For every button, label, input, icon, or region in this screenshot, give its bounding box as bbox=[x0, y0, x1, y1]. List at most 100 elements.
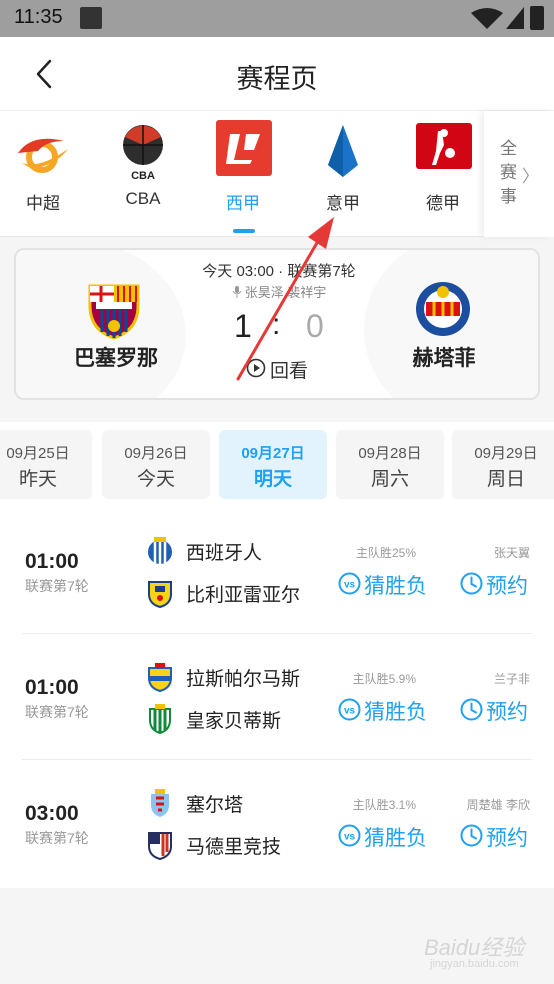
svg-text:vs: vs bbox=[344, 580, 356, 591]
home-team-name: 巴塞罗那 bbox=[74, 347, 158, 370]
cba-logo-icon: CBA bbox=[123, 125, 163, 181]
match-round: 联赛第7轮 bbox=[25, 830, 89, 846]
date-tab[interactable]: 09月26日 今天 bbox=[102, 430, 210, 499]
las-palmas-crest-icon bbox=[148, 663, 172, 692]
home-team-name: 塞尔塔 bbox=[186, 795, 244, 816]
weekday-label: 明天 bbox=[253, 469, 292, 490]
notification-icon bbox=[80, 7, 102, 29]
date-label: 09月25日 bbox=[6, 445, 70, 462]
match-row[interactable]: 01:00 联赛第7轮 拉斯帕尔马斯 皇家贝蒂斯 主队胜5.9% vs 猜胜负 … bbox=[0, 634, 554, 760]
league-tab-serie-a[interactable]: 意甲 bbox=[293, 111, 393, 237]
match-list: 01:00 联赛第7轮 西班牙人 比利亚雷亚尔 主队胜25% vs 猜胜负 张天… bbox=[0, 508, 554, 888]
clock-icon bbox=[460, 824, 483, 847]
away-team-name: 马德里竞技 bbox=[186, 837, 282, 858]
baidu-watermark: Baidu经验 jingyan.baidu.com bbox=[424, 922, 534, 974]
battery-icon bbox=[530, 6, 544, 30]
title-bar: 赛程页 bbox=[0, 37, 554, 111]
guess-result-label: 猜胜负 bbox=[364, 701, 427, 724]
away-score: 0 bbox=[306, 308, 324, 344]
away-team-name: 赫塔菲 bbox=[412, 347, 476, 370]
date-tab[interactable]: 09月28日 周六 bbox=[336, 430, 444, 499]
date-label: 09月28日 bbox=[358, 445, 422, 462]
league-tabs: 中超 CBA CBA 西甲 意甲 德甲 全 赛 事 〉 bbox=[0, 111, 554, 237]
espanyol-crest-icon bbox=[148, 537, 172, 564]
match-round: 联赛第7轮 bbox=[25, 578, 89, 594]
guess-result-label: 猜胜负 bbox=[364, 575, 427, 598]
league-label: 德甲 bbox=[426, 194, 460, 213]
date-label: 09月27日 bbox=[241, 445, 305, 462]
win-probability: 主队胜25% bbox=[355, 546, 416, 560]
date-tabs: 09月25日 昨天 09月26日 今天 09月27日 明天 09月28日 周六 … bbox=[0, 422, 554, 508]
league-label: CBA bbox=[125, 189, 161, 208]
featured-match-card[interactable]: 今天 03:00 · 联赛第7轮 张昊泽 裴祥宇 巴塞罗那 1 : 0 回看 赫… bbox=[14, 248, 540, 400]
win-probability: 主队胜3.1% bbox=[352, 798, 416, 812]
score-separator: : bbox=[272, 308, 281, 341]
league-tab-laliga[interactable]: 西甲 bbox=[193, 111, 293, 237]
svg-text:vs: vs bbox=[344, 706, 356, 717]
serie-a-logo-icon bbox=[328, 125, 358, 177]
real-betis-crest-icon bbox=[149, 704, 171, 734]
win-probability: 主队胜5.9% bbox=[352, 672, 416, 686]
league-tab-csl[interactable]: 中超 bbox=[0, 111, 93, 237]
home-team-name: 西班牙人 bbox=[186, 543, 263, 564]
signal-icon bbox=[506, 7, 524, 29]
guess-result-label: 猜胜负 bbox=[364, 827, 427, 850]
atletico-crest-icon bbox=[148, 832, 172, 860]
league-label: 意甲 bbox=[326, 194, 360, 213]
match-row[interactable]: 03:00 联赛第7轮 塞尔塔 马德里竞技 主队胜3.1% vs 猜胜负 周楚雄… bbox=[0, 760, 554, 886]
chevron-right-icon: 〉 bbox=[522, 167, 539, 186]
replay-label: 回看 bbox=[270, 361, 309, 382]
commentators: 兰子非 bbox=[493, 672, 530, 686]
celta-crest-icon bbox=[151, 789, 169, 817]
clock-icon bbox=[460, 698, 483, 721]
status-bar: 11:35 bbox=[0, 0, 554, 37]
reserve-label: 预约 bbox=[486, 701, 528, 724]
reserve-label: 预约 bbox=[486, 827, 528, 850]
microphone-icon bbox=[232, 286, 242, 298]
csl-logo-icon bbox=[18, 138, 68, 173]
vs-icon: vs bbox=[338, 698, 361, 721]
match-time: 03:00 bbox=[25, 802, 79, 825]
reserve-label: 预约 bbox=[486, 575, 528, 598]
match-time: 01:00 bbox=[25, 676, 79, 699]
watermark-url: jingyan.baidu.com bbox=[430, 958, 519, 970]
weekday-label: 周日 bbox=[486, 469, 525, 490]
date-tab[interactable]: 09月29日 周日 bbox=[452, 430, 554, 499]
all-events-label: 全 赛 事 bbox=[500, 139, 517, 206]
match-row[interactable]: 01:00 联赛第7轮 西班牙人 比利亚雷亚尔 主队胜25% vs 猜胜负 张天… bbox=[0, 508, 554, 634]
home-team-name: 拉斯帕尔马斯 bbox=[186, 669, 301, 690]
weekday-label: 昨天 bbox=[18, 469, 57, 490]
villarreal-crest-icon bbox=[148, 581, 172, 608]
vs-icon: vs bbox=[338, 572, 361, 595]
away-team-name: 比利亚雷亚尔 bbox=[186, 585, 301, 606]
vs-icon: vs bbox=[338, 824, 361, 847]
bundesliga-logo-icon bbox=[416, 123, 472, 169]
barcelona-crest-icon bbox=[88, 284, 140, 340]
getafe-crest-icon bbox=[416, 282, 470, 336]
weekday-label: 今天 bbox=[136, 469, 175, 490]
league-label: 中超 bbox=[26, 194, 60, 213]
svg-text:vs: vs bbox=[344, 832, 356, 843]
svg-text:CBA: CBA bbox=[131, 170, 155, 181]
date-tab-selected[interactable]: 09月27日 明天 bbox=[219, 430, 327, 499]
match-round: 联赛第7轮 bbox=[25, 704, 89, 720]
weekday-label: 周六 bbox=[370, 469, 409, 490]
away-team-name: 皇家贝蒂斯 bbox=[186, 711, 282, 732]
league-tab-bundesliga[interactable]: 德甲 bbox=[393, 111, 493, 237]
date-tab[interactable]: 09月25日 昨天 bbox=[0, 430, 92, 499]
page-title: 赛程页 bbox=[236, 64, 318, 94]
all-events-button[interactable]: 全 赛 事 〉 bbox=[484, 111, 554, 237]
match-time-round: 今天 03:00 · 联赛第7轮 bbox=[202, 263, 356, 280]
league-label: 西甲 bbox=[226, 194, 260, 213]
wifi-icon bbox=[471, 8, 503, 29]
laliga-logo-icon bbox=[216, 120, 272, 176]
home-score: 1 bbox=[234, 308, 252, 344]
commentators: 周楚雄 李欣 bbox=[466, 798, 530, 812]
date-label: 09月26日 bbox=[124, 445, 188, 462]
clock-icon bbox=[460, 572, 483, 595]
league-tab-cba[interactable]: CBA CBA bbox=[93, 111, 193, 237]
match-time: 01:00 bbox=[25, 550, 79, 573]
date-label: 09月29日 bbox=[474, 445, 538, 462]
commentators: 张天翼 bbox=[493, 546, 530, 560]
status-time: 11:35 bbox=[14, 6, 63, 28]
